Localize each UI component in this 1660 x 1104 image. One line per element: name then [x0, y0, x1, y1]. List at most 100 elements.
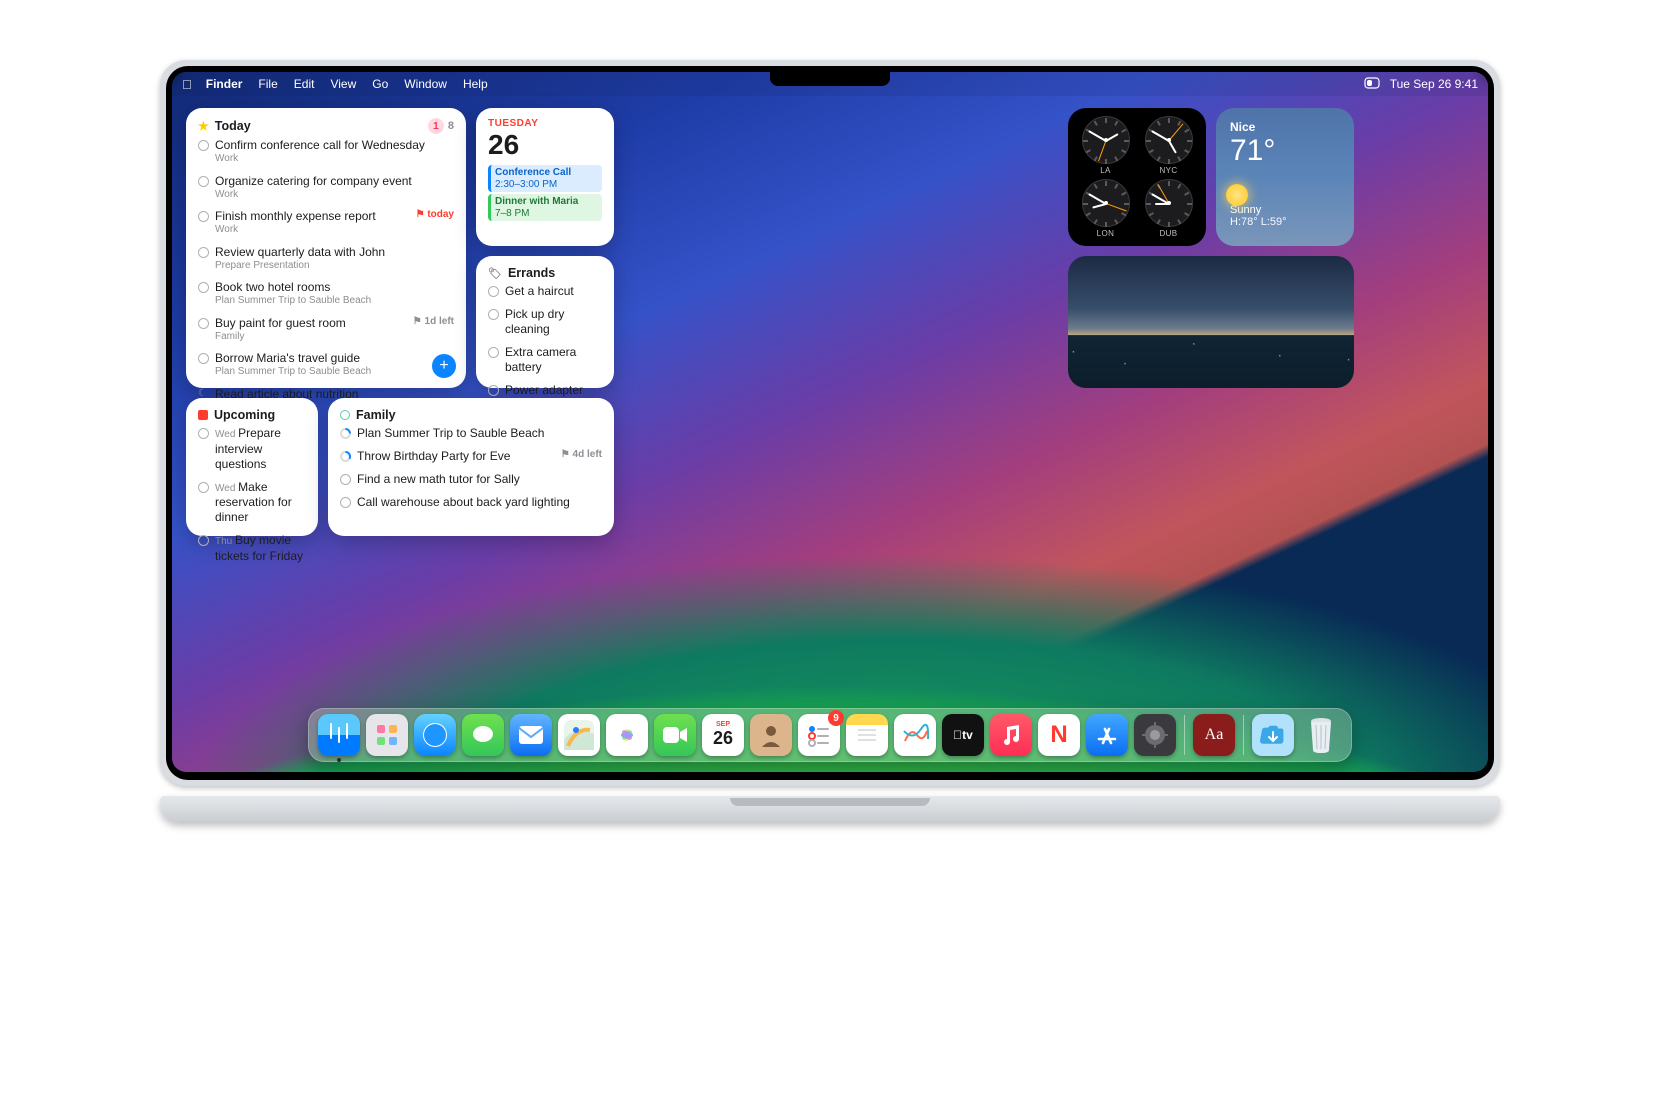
list-icon: [340, 410, 350, 420]
reminder-item[interactable]: Borrow Maria's travel guidePlan Summer T…: [198, 347, 454, 383]
errands-title: Errands: [508, 266, 555, 280]
reminder-item[interactable]: Confirm conference call for WednesdayWor…: [198, 134, 454, 170]
reminder-item[interactable]: Wed Prepare interview questions: [198, 422, 306, 476]
control-center-icon[interactable]: [1364, 77, 1380, 92]
reminder-title: Buy paint for guest room: [215, 316, 407, 331]
reminder-item[interactable]: Extra camera battery: [488, 341, 602, 379]
menu-edit[interactable]: Edit: [294, 77, 315, 91]
widget-calendar[interactable]: TUESDAY 26 Conference Call 2:30–3:00 PM …: [476, 108, 614, 246]
calendar-event[interactable]: Dinner with Maria 7–8 PM: [488, 194, 602, 221]
checkbox-icon[interactable]: [198, 428, 209, 439]
checkbox-icon[interactable]: [340, 474, 351, 485]
widget-weather[interactable]: Nice 71° Sunny H:78° L:59°: [1216, 108, 1354, 246]
clock-city-label: DUB: [1159, 229, 1177, 238]
reminder-item[interactable]: Get a haircut: [488, 280, 602, 303]
dock-messages-icon[interactable]: [462, 714, 504, 756]
reminder-item[interactable]: Plan Summer Trip to Sauble Beach: [340, 422, 602, 445]
reminder-item[interactable]: Thu Buy movie tickets for Friday: [198, 529, 306, 568]
checkbox-icon[interactable]: [198, 140, 209, 151]
reminder-item[interactable]: Organize catering for company eventWork: [198, 170, 454, 206]
reminder-list-name: Prepare Presentation: [215, 260, 454, 273]
reminder-item[interactable]: Wed Make reservation for dinner: [198, 476, 306, 530]
dock-downloads-icon[interactable]: [1252, 714, 1294, 756]
dock-maps-icon[interactable]: [558, 714, 600, 756]
clock-face-icon: [1082, 179, 1130, 227]
dock: SEP 26 9: [308, 708, 1352, 762]
reminder-item[interactable]: Find a new math tutor for Sally: [340, 468, 602, 491]
dock-notes-icon[interactable]: [846, 714, 888, 756]
dock-facetime-icon[interactable]: [654, 714, 696, 756]
widget-reminders-today[interactable]: ★ Today 1 8 Confirm conference call for …: [186, 108, 466, 388]
dock-reminders-badge: 9: [828, 710, 844, 726]
clock-city-label: LA: [1100, 166, 1111, 175]
menu-file[interactable]: File: [258, 77, 277, 91]
widget-reminders-errands[interactable]: 🏷Errands Get a haircutPick up dry cleani…: [476, 256, 614, 388]
desktop[interactable]:  Finder File Edit View Go Window Help: [172, 72, 1488, 772]
dock-separator: [1243, 715, 1244, 755]
dock-safari-icon[interactable]: [414, 714, 456, 756]
reminder-title: Pick up dry cleaning: [505, 307, 602, 337]
calendar-event[interactable]: Conference Call 2:30–3:00 PM: [488, 165, 602, 192]
checkbox-icon[interactable]: [488, 347, 499, 358]
checkbox-icon[interactable]: [488, 286, 499, 297]
dock-freeform-icon[interactable]: [894, 714, 936, 756]
dock-reminders-icon[interactable]: 9: [798, 714, 840, 756]
menu-help[interactable]: Help: [463, 77, 488, 91]
today-overdue-badge: 1: [428, 118, 444, 134]
widget-world-clock[interactable]: LANYCLONDUB: [1068, 108, 1206, 246]
dock-calendar-icon[interactable]: SEP 26: [702, 714, 744, 756]
reminder-item[interactable]: Call warehouse about back yard lighting: [340, 491, 602, 514]
checkbox-icon[interactable]: [198, 282, 209, 293]
widget-reminders-family[interactable]: Family Plan Summer Trip to Sauble BeachT…: [328, 398, 614, 536]
progress-icon[interactable]: [340, 451, 351, 462]
clock-face-icon: [1145, 116, 1193, 164]
widget-reminders-upcoming[interactable]: Upcoming Wed Prepare interview questions…: [186, 398, 318, 536]
dock-music-icon[interactable]: [990, 714, 1032, 756]
reminder-item[interactable]: Book two hotel roomsPlan Summer Trip to …: [198, 276, 454, 312]
widget-photos[interactable]: [1068, 256, 1354, 388]
checkbox-icon[interactable]: [198, 353, 209, 364]
progress-icon[interactable]: [340, 428, 351, 439]
reminder-item[interactable]: Buy paint for guest roomFamily⚑ 1d left: [198, 312, 454, 348]
reminder-item[interactable]: Review quarterly data with JohnPrepare P…: [198, 241, 454, 277]
dock-tv-icon[interactable]: tv: [942, 714, 984, 756]
reminder-item[interactable]: Pick up dry cleaning: [488, 303, 602, 341]
menu-view[interactable]: View: [330, 77, 356, 91]
star-icon: ★: [198, 119, 209, 133]
dock-settings-icon[interactable]: [1134, 714, 1176, 756]
reminder-item[interactable]: Finish monthly expense reportWork⚑ today: [198, 205, 454, 241]
event-time: 7–8 PM: [495, 208, 598, 220]
dock-photos-icon[interactable]: [606, 714, 648, 756]
checkbox-icon[interactable]: [198, 176, 209, 187]
dock-contacts-icon[interactable]: [750, 714, 792, 756]
menu-go[interactable]: Go: [372, 77, 388, 91]
reminder-title: Extra camera battery: [505, 345, 602, 375]
menubar-datetime[interactable]: Tue Sep 26 9:41: [1390, 77, 1478, 91]
checkbox-icon[interactable]: [488, 385, 499, 396]
checkbox-icon[interactable]: [198, 535, 209, 546]
checkbox-icon[interactable]: [198, 247, 209, 258]
app-menu[interactable]: Finder: [206, 77, 243, 91]
checkbox-icon[interactable]: [488, 309, 499, 320]
checkbox-icon[interactable]: [198, 211, 209, 222]
dock-launchpad-icon[interactable]: [366, 714, 408, 756]
checkbox-icon[interactable]: [198, 482, 209, 493]
menu-window[interactable]: Window: [404, 77, 447, 91]
add-reminder-button[interactable]: +: [432, 354, 456, 378]
today-title: Today: [215, 119, 251, 133]
dock-dictionary-icon[interactable]: Aa: [1193, 714, 1235, 756]
dock-trash-icon[interactable]: [1300, 714, 1342, 756]
reminder-item[interactable]: Throw Birthday Party for Eve⚑ 4d left: [340, 445, 602, 468]
tonight-icon[interactable]: ☾: [198, 388, 209, 399]
dock-news-icon[interactable]: N: [1038, 714, 1080, 756]
reminder-list-name: Work: [215, 153, 454, 166]
apple-menu-icon[interactable]: : [182, 77, 192, 92]
weather-location: Nice: [1230, 120, 1340, 134]
dock-cal-month: SEP: [716, 721, 730, 728]
dock-mail-icon[interactable]: [510, 714, 552, 756]
dock-appstore-icon[interactable]: [1086, 714, 1128, 756]
dock-finder-icon[interactable]: [318, 714, 360, 756]
reminder-title: Throw Birthday Party for Eve: [357, 449, 555, 464]
checkbox-icon[interactable]: [198, 318, 209, 329]
checkbox-icon[interactable]: [340, 497, 351, 508]
